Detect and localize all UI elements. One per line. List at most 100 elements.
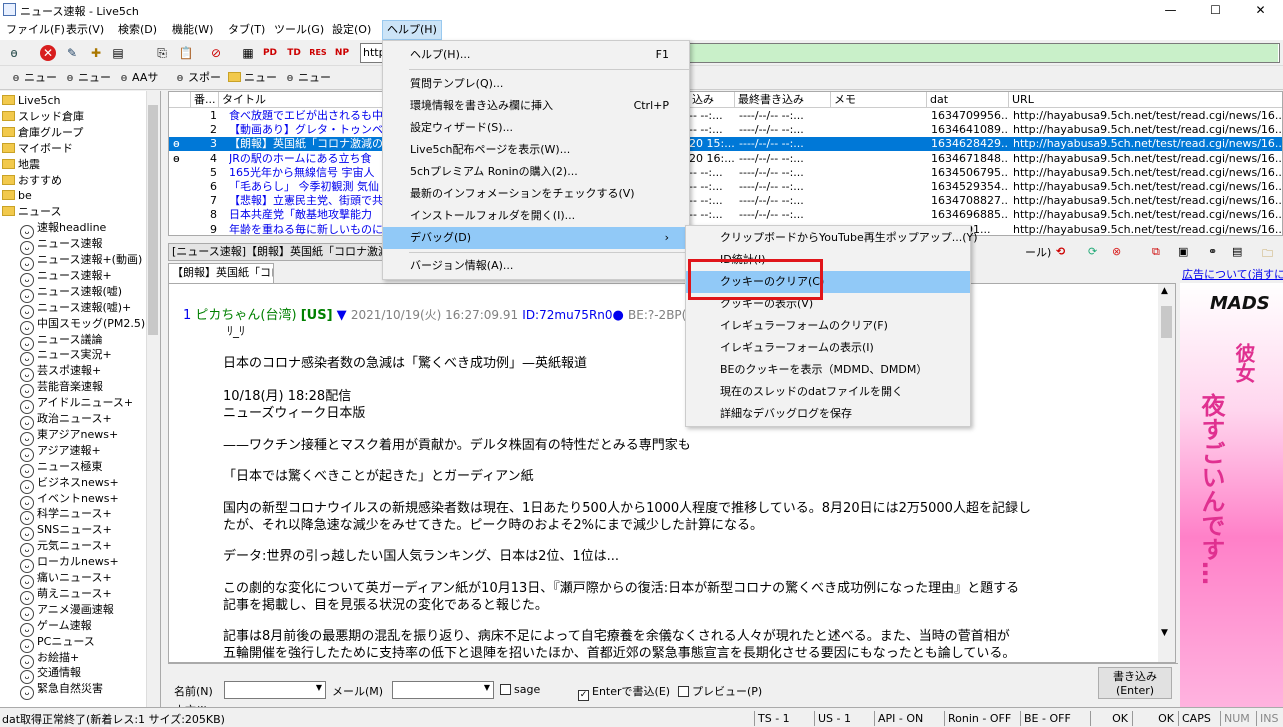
np-icon[interactable]: NP: [332, 43, 352, 63]
print-icon[interactable]: ▣: [1178, 245, 1188, 258]
menu-function[interactable]: 機能(W): [168, 20, 217, 40]
reload-icon[interactable]: ⟳: [1088, 245, 1097, 258]
tree-folder[interactable]: おすすめ: [2, 173, 62, 189]
tree-board[interactable]: ᴗ 萌えニュース+: [20, 586, 112, 605]
submit-button[interactable]: 書き込み (Enter): [1098, 667, 1172, 699]
tree-board[interactable]: ᴗ お絵描+: [20, 650, 79, 669]
tree-board[interactable]: ᴗ ニュース議論: [20, 332, 102, 351]
col-url[interactable]: URL: [1009, 92, 1282, 108]
tree-folder[interactable]: マイボード: [2, 141, 73, 157]
tree-folder[interactable]: Live5ch: [2, 93, 60, 109]
thread-row[interactable]: 8 日本共産党「敵基地攻撃能力 -- --:... ----/--/-- --:...…: [169, 208, 1282, 222]
tree-board[interactable]: ᴗ 中国スモッグ(PM2.5): [20, 316, 145, 335]
help-menu-item[interactable]: インストールフォルダを開く(I)...: [383, 205, 689, 227]
favorite-item[interactable]: ѳ AAサ: [116, 69, 159, 87]
thread-row[interactable]: ѳ 4 JRの駅のホームにある立ち食 20 16:... ----/--/-- --:.…: [169, 152, 1282, 166]
content-scrollbar[interactable]: ▲ ▼: [1158, 284, 1175, 662]
thread-subtab[interactable]: 【朗報】英国紙「コロ: [168, 263, 274, 283]
tree-folder[interactable]: be: [2, 188, 32, 204]
col-memo[interactable]: メモ: [831, 92, 927, 108]
tree-board[interactable]: ᴗ PCニュース: [20, 634, 95, 653]
debug-menu-item[interactable]: 詳細なデバッグログを保存: [686, 403, 970, 425]
thread-row[interactable]: 5 165光年から無線信号 宇宙人 -- --:... ----/--/-- --:.…: [169, 166, 1282, 180]
favorite-item[interactable]: ѳ ニュー: [282, 69, 331, 87]
help-menu-item[interactable]: ヘルプ(H)... F1: [383, 44, 689, 66]
favorite-item[interactable]: ѳ ニュー: [8, 69, 57, 87]
signpost-icon[interactable]: ✚: [86, 43, 106, 63]
favorite-item[interactable]: ニュー: [228, 69, 277, 87]
content-scroll-thumb[interactable]: [1161, 306, 1172, 338]
col-number[interactable]: 番...: [191, 92, 219, 108]
help-menu-item-debug[interactable]: デバッグ(D) ›: [383, 227, 689, 249]
maximize-button[interactable]: ☐: [1193, 0, 1238, 20]
triangle-down-icon[interactable]: ▼: [337, 308, 347, 323]
refresh-icon[interactable]: ⟲: [1056, 245, 1065, 258]
pin-icon[interactable]: ✎: [62, 43, 82, 63]
help-menu-item[interactable]: 質問テンプレ(Q)...: [383, 73, 689, 95]
help-menu-item[interactable]: バージョン情報(A)...: [383, 255, 689, 277]
minimize-button[interactable]: —: [1148, 0, 1193, 20]
tree-board[interactable]: ᴗ ゲーム速報: [20, 618, 92, 637]
thread-row[interactable]: ѳ 3 【朗報】英国紙「コロナ激減の日 20 15:... ----/--/-- --:…: [169, 137, 1282, 152]
pd-icon[interactable]: PD: [260, 43, 280, 63]
menu-page-icon[interactable]: ▤: [1232, 245, 1242, 258]
tree-board[interactable]: ᴗ 元気ニュース+: [20, 538, 112, 558]
tree-folder[interactable]: 倉庫グループ: [2, 125, 83, 141]
ad-banner[interactable]: MADS 彼女 夜すごいんです…: [1180, 283, 1283, 707]
help-menu-item[interactable]: 最新のインフォメーションをチェックする(V): [383, 183, 689, 205]
copy-icon[interactable]: ⎘: [152, 43, 172, 63]
thread-row[interactable]: 7 【悲報】立憲民主党、街頭で共 -- --:... ----/--/-- --:..…: [169, 194, 1282, 208]
tree-board[interactable]: ᴗ SNSニュース+: [20, 522, 112, 542]
tree-board[interactable]: ᴗ ニュース速報(嘘)+: [20, 300, 131, 319]
tree-board[interactable]: ᴗ 芸能音楽速報: [20, 379, 103, 399]
tree-board[interactable]: ᴗ 緊急自然災害: [20, 681, 103, 701]
stop-icon[interactable]: ⊗: [1112, 245, 1121, 258]
col-last-post[interactable]: 最終書き込み: [735, 92, 831, 108]
tree-board[interactable]: ᴗ アイドルニュース+: [20, 395, 133, 415]
help-menu-item[interactable]: 環境情報を書き込み欄に挿入 Ctrl+P: [383, 95, 689, 117]
menu-settings[interactable]: 設定(O): [328, 20, 375, 40]
menu-tools[interactable]: ツール(G): [270, 20, 328, 40]
name-input[interactable]: ▼: [224, 681, 326, 699]
col-dat[interactable]: dat: [927, 92, 1009, 108]
post-number[interactable]: 1: [183, 308, 191, 323]
favorite-item[interactable]: ѳ ニュー: [62, 69, 111, 87]
tree-board[interactable]: ᴗ ニュース速報: [20, 236, 102, 256]
boo-icon[interactable]: ѳ: [4, 43, 24, 63]
res-icon[interactable]: RES: [308, 43, 328, 63]
thread-row[interactable]: 1 食べ放題でエビが出されるも中 -- --:... ----/--/-- --:..…: [169, 109, 1282, 123]
menu-tab[interactable]: タブ(T): [224, 20, 269, 40]
tree-board[interactable]: ᴗ ビジネスnews+: [20, 475, 119, 494]
folder-open-icon[interactable]: 🗀: [1262, 245, 1273, 264]
debug-menu-item[interactable]: BEのクッキーを表示（MDMD、DMDM）: [686, 359, 970, 381]
help-menu-item[interactable]: 設定ウィザード(S)...: [383, 117, 689, 139]
tree-folder[interactable]: ニュース: [2, 204, 61, 220]
menu-file[interactable]: ファイル(F): [2, 20, 69, 40]
scroll-up-icon[interactable]: ▲: [1161, 286, 1168, 296]
tree-board[interactable]: ᴗ イベントnews+: [20, 491, 119, 510]
post-id[interactable]: ID:72mu75Rn0: [522, 308, 612, 322]
thread-row[interactable]: 6 「毛あらし」 今季初観測 気仙 -- --:... ----/--/-- --:.…: [169, 180, 1282, 194]
tree-board[interactable]: ᴗ ローカルnews+: [20, 554, 119, 574]
tree-board[interactable]: ᴗ アニメ漫画速報: [20, 602, 114, 621]
col-icon[interactable]: [169, 92, 191, 108]
menu-view[interactable]: 表示(V): [62, 20, 108, 40]
cancel-icon[interactable]: ⊘: [206, 43, 226, 63]
menu-help[interactable]: ヘルプ(H): [382, 20, 442, 40]
debug-menu-item[interactable]: イレギュラーフォームの表示(I): [686, 337, 970, 359]
thread-row[interactable]: 2【動画あり】グレタ・トゥンベリちゃ-- --:...----/--/-- --…: [169, 123, 1282, 137]
tree-board[interactable]: ᴗ ニュース速報+(動画): [20, 252, 142, 271]
tree-board[interactable]: ᴗ ニュース速報+: [20, 268, 112, 287]
scroll-down-icon[interactable]: ▼: [1161, 628, 1168, 638]
tree-board[interactable]: ᴗ アジア速報+: [20, 443, 101, 462]
col-posted[interactable]: 込み: [689, 92, 735, 108]
ad-info-link[interactable]: 広告について(消すには): [1182, 266, 1283, 282]
close-button[interactable]: ✕: [1238, 0, 1283, 20]
tree-folder[interactable]: 地震: [2, 157, 40, 173]
tree-board[interactable]: ᴗ 芸スポ速報+: [20, 363, 101, 383]
tree-board[interactable]: ᴗ ニュース実況+: [20, 347, 112, 367]
link-icon[interactable]: ⚭: [1208, 245, 1217, 258]
debug-menu-item[interactable]: イレギュラーフォームのクリア(F): [686, 315, 970, 337]
favorite-item[interactable]: ѳ スポー: [172, 69, 221, 87]
debug-menu-item[interactable]: 現在のスレッドのdatファイルを開く: [686, 381, 970, 403]
